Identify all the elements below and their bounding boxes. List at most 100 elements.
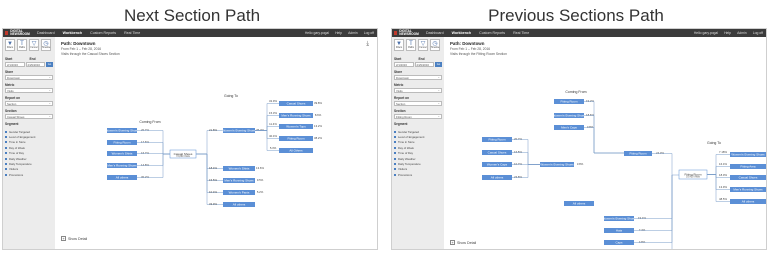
mid-low-node-label: All others <box>573 202 586 206</box>
path-diagram: Coming From Going To Fitting Room 19.2% Wome… <box>482 90 766 249</box>
nav-help[interactable]: Help <box>335 31 342 35</box>
bottom-percent: 4.8% <box>639 240 646 244</box>
report-on-select[interactable]: Section <box>394 101 442 106</box>
nav-logoff[interactable]: Log off <box>364 31 374 35</box>
report-title: Path: Downtown <box>61 41 96 46</box>
section-select[interactable]: Fitting Room <box>394 114 442 119</box>
sub-node-label: Women's Tops <box>286 125 306 129</box>
report-dates: From Feb 1 – Feb 28, 2016 <box>450 47 491 51</box>
bottom-node-label: Women's Evening Shoes <box>602 217 636 221</box>
bottom-percent: 7.4% <box>639 228 646 232</box>
start-date-input[interactable]: 2/1/2016 <box>5 62 25 67</box>
nav-dashboard[interactable]: Dashboard <box>426 31 444 35</box>
prev-percent: 3.8% <box>577 162 584 166</box>
user-greeting: Hello gary.pogal <box>693 31 719 35</box>
funnel-tool-button[interactable]: ▽ Funnel <box>29 39 39 51</box>
nav-custom-reports[interactable]: Custom Reports <box>90 31 116 35</box>
metric-select[interactable]: Visits <box>394 88 442 93</box>
nav-logoff[interactable]: Log off <box>753 31 763 35</box>
going-to-label: Going To <box>707 141 721 145</box>
store-select[interactable]: Downtown <box>394 75 442 80</box>
timeline-tool-button[interactable]: ◷ Timeline <box>430 39 440 51</box>
segment-item[interactable]: Promotions <box>394 172 442 177</box>
start-label: Start <box>5 57 13 61</box>
prev2-node-label: Men's Caps <box>561 126 577 130</box>
metric-select[interactable]: Visits <box>5 88 53 93</box>
end-date-input[interactable]: 2/29/2016 <box>414 62 434 67</box>
section-label: Section <box>5 109 17 113</box>
nav-admin[interactable]: Admin <box>737 31 747 35</box>
report-header: Path: Downtown From Feb 1 – Feb 28, 2016… <box>61 41 120 56</box>
end-date-input[interactable]: 2/29/2016 <box>25 62 45 67</box>
section-select[interactable]: Casual Shoes <box>5 114 53 119</box>
report-title: Path: Downtown <box>450 41 485 46</box>
coming-from-label: Coming From <box>565 90 586 94</box>
store-select[interactable]: Downtown <box>5 75 53 80</box>
prev2-percent: 3.8% <box>587 125 594 129</box>
nav-workbench[interactable]: Workbench <box>63 31 83 35</box>
to-percent: 10.4% <box>209 190 217 194</box>
nav-real-time[interactable]: Real Time <box>124 31 140 35</box>
report-on-label: Report on <box>394 96 410 100</box>
sub-percent: 5.3% <box>270 146 277 150</box>
metric-label: Metric <box>394 83 404 87</box>
from-percent: 17.6% <box>141 140 149 144</box>
report-on-label: Report on <box>5 96 21 100</box>
from-percent: 20.7% <box>141 128 149 132</box>
nav-help[interactable]: Help <box>724 31 731 35</box>
left-caption: Next Section Path <box>123 6 261 25</box>
to-node-label: All others <box>742 200 755 204</box>
mid-node-label: Fitting Room <box>629 152 647 156</box>
sub-percent: 15.3% <box>269 111 277 115</box>
sub-value: 39.8% <box>314 101 322 105</box>
from-node-label: All others <box>116 176 129 180</box>
path-tool-button[interactable]: T Paths <box>17 39 27 51</box>
from-percent: 14.8% <box>141 163 149 167</box>
prev2-connector <box>584 115 624 154</box>
to-percent: 13.9% <box>719 185 727 189</box>
left-screenshot: DIGITAL NEWSROOM Dashboard Workbench Cus… <box>2 28 378 250</box>
sub-node-label: All Others <box>289 149 303 153</box>
segment-label: Segment <box>394 122 408 126</box>
start-date-input[interactable]: 2/1/2016 <box>394 62 414 67</box>
bottom-node-label: Hats <box>616 229 623 233</box>
prev1-node-label: Casual Shoes <box>488 151 507 155</box>
prev2-connector <box>584 127 624 154</box>
to-percent: 48.5% <box>719 197 727 201</box>
right-screenshot: DIGITAL NEWSROOM Dashboard Workbench Cus… <box>391 28 767 250</box>
go-button[interactable]: Go <box>46 62 53 67</box>
nav-workbench[interactable]: Workbench <box>452 31 472 35</box>
plus-icon: + <box>450 240 455 245</box>
logo: DIGITAL NEWSROOM <box>3 29 37 37</box>
to-percent: 16.4% <box>719 162 727 166</box>
plus-icon: + <box>61 236 66 241</box>
prev1-node-label: Fitting Room <box>488 138 506 142</box>
download-icon[interactable]: ⤓ <box>366 41 369 48</box>
timeline-tool-button[interactable]: ◷ Timeline <box>41 39 51 51</box>
filter-tool-button[interactable]: ▼ Filters <box>394 39 404 51</box>
from-node-label: Men's Running Shoes <box>107 164 137 168</box>
segment-item[interactable]: Promotions <box>5 172 53 177</box>
to-value: 5.2% <box>257 190 264 194</box>
to-connector <box>196 130 223 155</box>
prev2-node-label: Women's Evening Shoes <box>552 114 586 118</box>
from-node-label: Women's Evening Shoes <box>105 129 139 133</box>
path-tool-button[interactable]: T Paths <box>406 39 416 51</box>
prev1-percent: 16.5% <box>514 150 522 154</box>
nav-custom-reports[interactable]: Custom Reports <box>479 31 505 35</box>
show-detail-toggle[interactable]: + Show Detail <box>61 236 87 241</box>
prev1-percent: 20.7% <box>514 137 522 141</box>
show-detail-toggle[interactable]: + Show Detail <box>450 240 476 245</box>
go-button[interactable]: Go <box>435 62 442 67</box>
segment-label: Segment <box>5 122 19 126</box>
to-percent: 18.0% <box>719 173 727 177</box>
report-on-select[interactable]: Section <box>5 101 53 106</box>
nav-real-time[interactable]: Real Time <box>513 31 529 35</box>
nav-dashboard[interactable]: Dashboard <box>37 31 55 35</box>
filter-tool-button[interactable]: ▼ Filters <box>5 39 15 51</box>
bottom-connector <box>671 175 673 249</box>
to-value: 13.6% <box>256 166 264 170</box>
nav-admin[interactable]: Admin <box>348 31 358 35</box>
funnel-tool-button[interactable]: ▽ Funnel <box>418 39 428 51</box>
bottom-connector <box>634 175 673 219</box>
